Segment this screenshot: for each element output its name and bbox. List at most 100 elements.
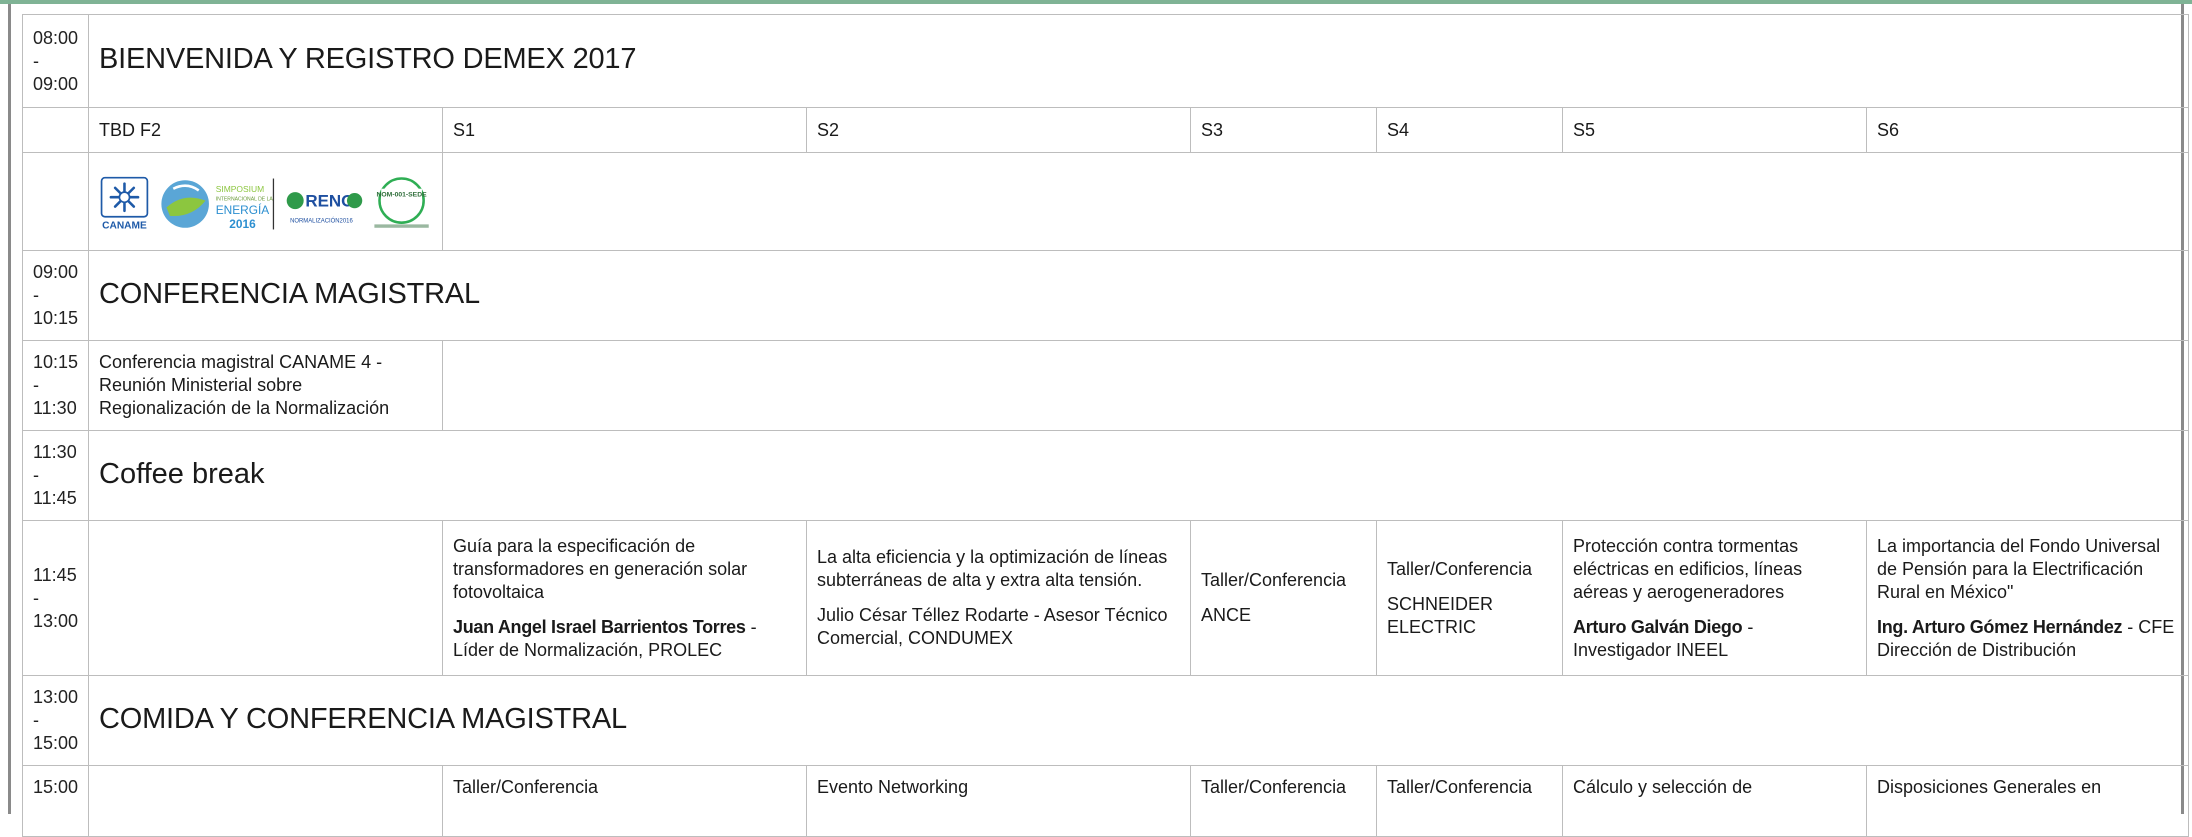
time-separator: - <box>33 375 39 395</box>
conference-title: CONFERENCIA MAGISTRAL <box>99 277 480 310</box>
session-cell-s4[interactable]: Taller/Conferencia <box>1376 765 1563 837</box>
time-separator: - <box>33 710 39 730</box>
session-org: SCHNEIDER ELECTRIC <box>1387 593 1494 637</box>
session-title: Disposiciones Generales en <box>1877 777 2102 797</box>
session-cell-s2[interactable]: La alta eficiencia y la optimización de … <box>806 520 1191 676</box>
session-title: Cálculo y selección de <box>1573 777 1753 797</box>
time-cell: 09:00 - 10:15 <box>22 250 89 341</box>
coffee-break-title: Coffee break <box>99 457 265 490</box>
time-end: 15:00 <box>33 733 79 753</box>
session-cell-s4[interactable]: Taller/Conferencia SCHNEIDER ELECTRIC <box>1376 520 1563 676</box>
schedule-row-ministerial: 10:15 - 11:30 Conferencia magistral CANA… <box>22 340 2190 431</box>
ministerial-session-cell: Conferencia magistral CANAME 4 - Reunión… <box>88 340 443 431</box>
session-title-cell: COMIDA Y CONFERENCIA MAGISTRAL <box>87 675 2190 766</box>
nom-logo: NOM-001-SEDE <box>374 176 429 228</box>
time-cell: 10:15 - 11:30 <box>22 340 89 431</box>
svg-text:SIMPOSIUM: SIMPOSIUM <box>216 184 264 194</box>
session-cell-s5[interactable]: Protección contra tormentas eléctricas e… <box>1562 520 1867 676</box>
session-cell-s3[interactable]: Taller/Conferencia ANCE <box>1190 520 1377 676</box>
time-start: 15:00 <box>33 777 79 797</box>
sponsor-logos-row: CANAME SIMPOSIUM INTERNACIONAL DE LA ENE… <box>22 152 2190 251</box>
time-end: 11:45 <box>33 488 77 508</box>
svg-text:NORMALIZACIÓN2016: NORMALIZACIÓN2016 <box>290 217 353 224</box>
session-cell-s2[interactable]: Evento Networking <box>806 765 1191 837</box>
session-cell-s3[interactable]: Taller/Conferencia <box>1190 765 1377 837</box>
session-title: La alta eficiencia y la optimización de … <box>817 547 1168 590</box>
time-end: 11:30 <box>33 398 77 418</box>
schedule-row-afternoon: 15:00 Taller/Conferencia Evento Networki… <box>22 765 2190 837</box>
session-cell-s1[interactable]: Guía para la especificación de transform… <box>442 520 807 676</box>
session-title: Taller/Conferencia <box>453 777 599 797</box>
svg-text:NOM-001-SEDE: NOM-001-SEDE <box>376 191 427 198</box>
time-start: 10:15 <box>33 352 79 372</box>
time-end: 13:00 <box>33 610 79 631</box>
sponsor-logos-cell: CANAME SIMPOSIUM INTERNACIONAL DE LA ENE… <box>88 152 443 251</box>
schedule-table: 08:00 - 09:00 BIENVENIDA Y REGISTRO DEME… <box>22 14 2190 837</box>
ministerial-session-text: Conferencia magistral CANAME 4 - Reunión… <box>99 352 390 418</box>
session-title-cell: CONFERENCIA MAGISTRAL <box>87 250 2190 341</box>
session-title: La importancia del Fondo Universal de Pe… <box>1877 535 2161 602</box>
empty-cell <box>88 765 443 837</box>
svg-text:INTERNACIONAL DE LA: INTERNACIONAL DE LA <box>216 196 274 202</box>
speaker-name: Ing. Arturo Gómez Hernández <box>1877 616 2123 637</box>
schedule-row-coffee: 11:30 - 11:45 Coffee break <box>22 430 2190 521</box>
reno-logo: RENO NORMALIZACIÓN2016 <box>286 191 363 224</box>
schedule-row-welcome: 08:00 - 09:00 BIENVENIDA Y REGISTRO DEME… <box>22 14 2190 108</box>
time-end: 09:00 <box>33 73 79 94</box>
room-header-s5: S5 <box>1562 107 1867 153</box>
time-cell: 15:00 <box>22 765 89 837</box>
room-header-s1: S1 <box>442 107 807 153</box>
empty-cell <box>441 152 2190 251</box>
caname-logo: CANAME <box>100 176 149 231</box>
speaker-name: Arturo Galván Diego <box>1573 616 1743 637</box>
welcome-title: BIENVENIDA Y REGISTRO DEMEX 2017 <box>99 43 637 75</box>
session-title: Taller/Conferencia <box>1387 777 1533 797</box>
speaker-name: Juan Angel Israel Barrientos Torres <box>453 616 746 637</box>
session-org: ANCE <box>1201 605 1252 625</box>
room-header-s4: S4 <box>1376 107 1563 153</box>
speaker-info: Julio César Téllez Rodarte - Asesor Técn… <box>817 605 1168 648</box>
time-cell: 11:30 - 11:45 <box>22 430 89 521</box>
room-header-row: TBD F2 S1 S2 S3 S4 S5 S6 <box>22 107 2190 153</box>
schedule-row-lunch: 13:00 - 15:00 COMIDA Y CONFERENCIA MAGIS… <box>22 675 2190 766</box>
time-start: 11:30 <box>33 442 77 462</box>
svg-text:2016: 2016 <box>229 216 256 230</box>
session-cell-s5[interactable]: Cálculo y selección de <box>1562 765 1867 837</box>
session-cell-s6[interactable]: Disposiciones Generales en <box>1865 765 2190 837</box>
time-cell: 11:45 - 13:00 <box>22 520 89 676</box>
empty-time-cell <box>22 107 89 153</box>
time-start: 11:45 <box>33 564 77 585</box>
session-cell-s1[interactable]: Taller/Conferencia <box>442 765 807 837</box>
time-separator: - <box>33 587 39 608</box>
session-title: Taller/Conferencia <box>1387 558 1533 579</box>
empty-cell <box>441 340 2190 431</box>
schedule-row-sessions: 11:45 - 13:00 Guía para la especificació… <box>22 520 2190 676</box>
time-separator: - <box>33 50 39 71</box>
lunch-title: COMIDA Y CONFERENCIA MAGISTRAL <box>99 702 627 735</box>
room-header-s6: S6 <box>1865 107 2190 153</box>
time-start: 13:00 <box>33 687 79 707</box>
session-title: Protección contra tormentas eléctricas e… <box>1573 535 1803 602</box>
time-start: 08:00 <box>33 27 79 48</box>
time-separator: - <box>33 465 39 485</box>
simposium-logo: SIMPOSIUM INTERNACIONAL DE LA ENERGÍA 20… <box>161 178 275 230</box>
room-header-tbd: TBD F2 <box>88 107 443 153</box>
empty-cell <box>88 520 443 676</box>
time-separator: - <box>33 285 39 305</box>
session-cell-s6[interactable]: La importancia del Fondo Universal de Pe… <box>1865 520 2190 676</box>
room-header-s3: S3 <box>1190 107 1377 153</box>
caname-logo-text: CANAME <box>102 220 147 231</box>
time-cell: 13:00 - 15:00 <box>22 675 89 766</box>
session-title-cell: BIENVENIDA Y REGISTRO DEMEX 2017 <box>87 14 2190 108</box>
session-title: Taller/Conferencia <box>1201 570 1347 590</box>
time-cell: 08:00 - 09:00 <box>22 14 89 108</box>
empty-time-cell <box>22 152 89 251</box>
svg-text:ENERGÍA: ENERGÍA <box>216 202 270 217</box>
room-header-s2: S2 <box>806 107 1191 153</box>
session-title: Guía para la especificación de transform… <box>453 535 748 602</box>
time-start: 09:00 <box>33 262 79 282</box>
schedule-row-conference: 09:00 - 10:15 CONFERENCIA MAGISTRAL <box>22 250 2190 341</box>
session-title: Evento Networking <box>817 777 969 797</box>
session-title-cell: Coffee break <box>87 430 2190 521</box>
time-end: 10:15 <box>33 308 79 328</box>
